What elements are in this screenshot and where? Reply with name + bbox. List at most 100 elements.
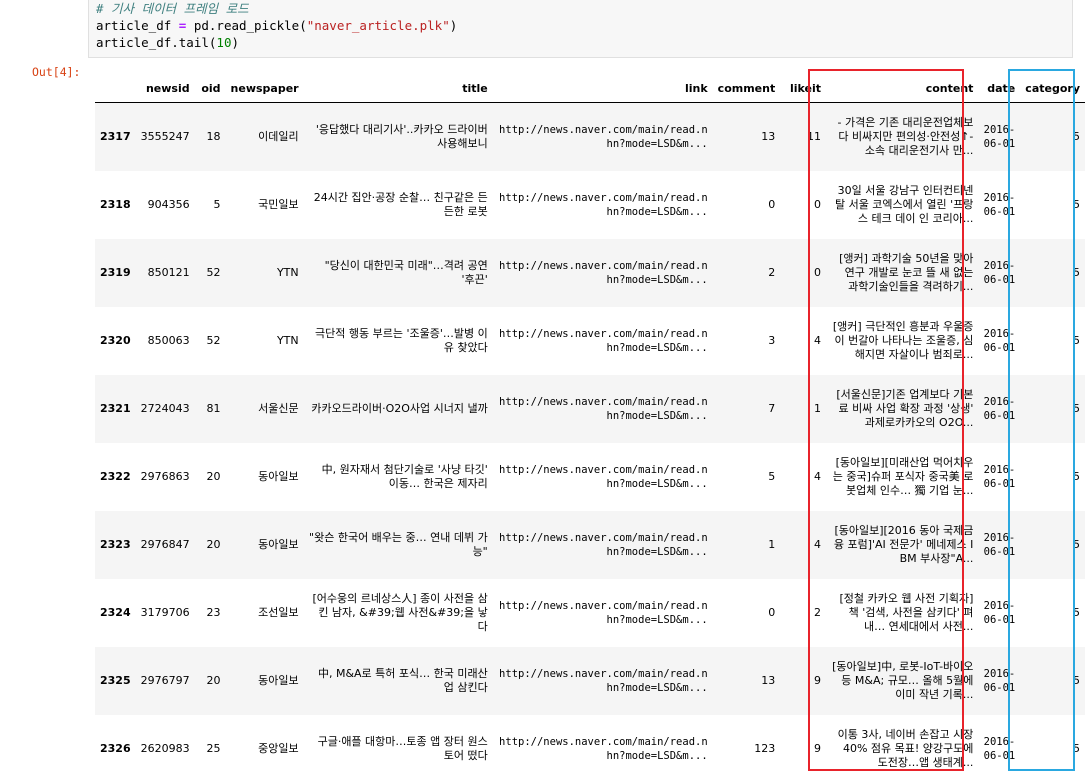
cell-content: [동아일보]中, 로봇-IoT-바이오 등 M&A; 규모… 올해 5월에 이미… [826, 647, 979, 715]
cell-newspaper: 동아일보 [225, 511, 304, 579]
cell-link: http://news.naver.com/main/read.nhn?mode… [492, 511, 713, 579]
cell-category: 5 [1020, 102, 1085, 171]
cell-likeit: 11 [780, 102, 827, 171]
code-close-paren: ) [449, 18, 458, 33]
cell-oid: 20 [194, 647, 226, 715]
cell-likeit: 4 [814, 334, 822, 347]
cell-newspaper: 국민일보 [258, 198, 299, 211]
cell-oid: 20 [206, 470, 221, 483]
cell-title: "왓슨 한국어 배우는 중… 연내 데뷔 가능" [303, 511, 493, 579]
cell-date: 2016-06-01 [978, 102, 1021, 171]
cell-date: 2016-06-01 [983, 464, 1016, 490]
cell-newsid: 2724043 [135, 375, 195, 443]
cell-link: http://news.naver.com/main/read.nhn?mode… [492, 102, 713, 171]
cell-content: [동아일보][2016 동아 국제금융 포럼]'AI 전문가' 메네제스 IBM… [826, 511, 979, 579]
cell-comment: 3 [768, 334, 776, 347]
output-prompt: Out[4]: [32, 65, 81, 79]
cell-title: "당신이 대한민국 미래"…격려 공연 '후끈' [303, 239, 493, 307]
cell-category: 5 [1073, 334, 1080, 347]
row-index: 2322 [100, 470, 131, 483]
column-header-link: link [492, 74, 713, 103]
row-index: 2317 [95, 102, 136, 171]
table-row: 2321 2724043 81 서울신문 카카오드라이버·O2O사업 시너지 낼까 htt… [95, 375, 1085, 443]
cell-title: 24시간 집안·공장 순찰… 친구같은 든든한 로봇 [313, 191, 488, 218]
cell-newsid: 3555247 [135, 102, 195, 171]
cell-likeit: 4 [814, 470, 822, 483]
code-tail-call: article_df.tail( [96, 35, 217, 50]
cell-content: - 가격은 기존 대리운전업체보다 비싸지만 편의성·안전성↑- 소속 대리운전… [826, 102, 979, 171]
cell-link: http://news.naver.com/main/read.nhn?mode… [499, 600, 708, 626]
cell-likeit: 1 [780, 375, 827, 443]
table-row: 2324 3179706 23 조선일보 [어수웅의 르네상스人] 종이 사전을 삼킨 … [95, 579, 1085, 647]
cell-newspaper: 중앙일보 [258, 742, 299, 755]
table-row: 2326 2620983 25 중앙일보 구글·애플 대항마…토종 앱 장터 원스토어 … [95, 715, 1085, 773]
cell-link: http://news.naver.com/main/read.nhn?mode… [499, 192, 708, 218]
cell-link: http://news.naver.com/main/read.nhn?mode… [492, 647, 713, 715]
column-header-newspaper: newspaper [225, 74, 304, 103]
table-body: 2317 3555247 18 이데일리 '응답했다 대리기사'..카카오 드라이버 사… [95, 102, 1085, 773]
cell-likeit: 0 [780, 239, 827, 307]
cell-oid: 52 [206, 334, 221, 347]
cell-link: http://news.naver.com/main/read.nhn?mode… [492, 375, 713, 443]
row-index: 2321 [95, 375, 136, 443]
cell-content: [서울신문]기존 업계보다 기본료 비싸 사업 확장 과정 '상생' 과제로카카… [826, 375, 979, 443]
cell-category: 5 [1073, 198, 1080, 211]
cell-oid: 20 [194, 511, 226, 579]
cell-newsid: 3179706 [140, 606, 190, 619]
cell-comment: 123 [754, 742, 776, 755]
cell-comment: 13 [712, 647, 781, 715]
code-function-call: pd.read_pickle( [193, 18, 307, 33]
cell-date: 2016-06-01 [978, 239, 1021, 307]
cell-oid: 52 [194, 239, 226, 307]
table-row: 2325 2976797 20 동아일보 中, M&A로 특허 포식… 한국 미래산업 … [95, 647, 1085, 715]
cell-category: 5 [1020, 375, 1085, 443]
cell-date: 2016-06-01 [978, 647, 1021, 715]
table-row: 2319 850121 52 YTN "당신이 대한민국 미래"…격려 공연 '후끈' h… [95, 239, 1085, 307]
cell-link: http://news.naver.com/main/read.nhn?mode… [492, 239, 713, 307]
cell-link: http://news.naver.com/main/read.nhn?mode… [499, 328, 708, 354]
cell-category: 5 [1073, 470, 1080, 483]
code-string-literal: "naver_article.plk" [306, 18, 450, 33]
column-header-content: content [826, 74, 979, 103]
cell-oid: 25 [206, 742, 221, 755]
cell-newsid: 850121 [135, 239, 195, 307]
cell-content: 30일 서울 강남구 인터컨티넨탈 서울 코엑스에서 열린 '프랑스 테크 데이… [834, 184, 974, 225]
cell-date: 2016-06-01 [978, 511, 1021, 579]
code-input-cell[interactable]: # 기사 데이터 프레임 로드 article_df = pd.read_pic… [88, 0, 1073, 58]
column-header-likeit: likeit [780, 74, 827, 103]
cell-content: [정철 카카오 웹 사전 기획자] 책 '검색, 사전을 삼키다' 펴내… 연세… [839, 592, 974, 633]
cell-newspaper: YTN [276, 334, 299, 347]
cell-category: 5 [1020, 239, 1085, 307]
code-number-literal: 10 [216, 35, 232, 50]
cell-category: 5 [1020, 511, 1085, 579]
dataframe-table: newsid oid newspaper title link comment likeit… [95, 74, 1085, 773]
cell-newsid: 2976863 [140, 470, 190, 483]
column-header-oid: oid [194, 74, 226, 103]
column-header-newsid: newsid [135, 74, 195, 103]
table-row: 2318 904356 5 국민일보 24시간 집안·공장 순찰… 친구같은 든든한 로… [95, 171, 1085, 239]
cell-likeit: 9 [814, 742, 822, 755]
column-header-date: date [978, 74, 1021, 103]
cell-title: [어수웅의 르네상스人] 종이 사전을 삼킨 남자, &#39;웹 사전&#39… [312, 592, 488, 633]
cell-oid: 81 [194, 375, 226, 443]
code-close-paren-2: ) [231, 35, 240, 50]
cell-comment: 0 [768, 606, 776, 619]
cell-oid: 18 [194, 102, 226, 171]
column-header-index [95, 74, 136, 103]
cell-content: 이통 3사, 네이버 손잡고 시장 40% 점유 목표! 양강구도에 도전장…앱… [837, 728, 974, 769]
row-index: 2323 [95, 511, 136, 579]
cell-newsid: 2620983 [140, 742, 190, 755]
row-index: 2320 [100, 334, 131, 347]
cell-comment: 1 [712, 511, 781, 579]
cell-newspaper: 이데일리 [225, 102, 304, 171]
cell-category: 5 [1073, 742, 1080, 755]
table-row: 2317 3555247 18 이데일리 '응답했다 대리기사'..카카오 드라이버 사… [95, 102, 1085, 171]
cell-newspaper: 서울신문 [225, 375, 304, 443]
column-header-title: title [303, 74, 493, 103]
cell-oid: 5 [213, 198, 221, 211]
cell-title: '응답했다 대리기사'..카카오 드라이버 사용해보니 [303, 102, 493, 171]
cell-date: 2016-06-01 [978, 375, 1021, 443]
cell-date: 2016-06-01 [983, 192, 1016, 218]
code-comment-line: # 기사 데이터 프레임 로드 [96, 1, 249, 16]
cell-link: http://news.naver.com/main/read.nhn?mode… [499, 464, 708, 490]
